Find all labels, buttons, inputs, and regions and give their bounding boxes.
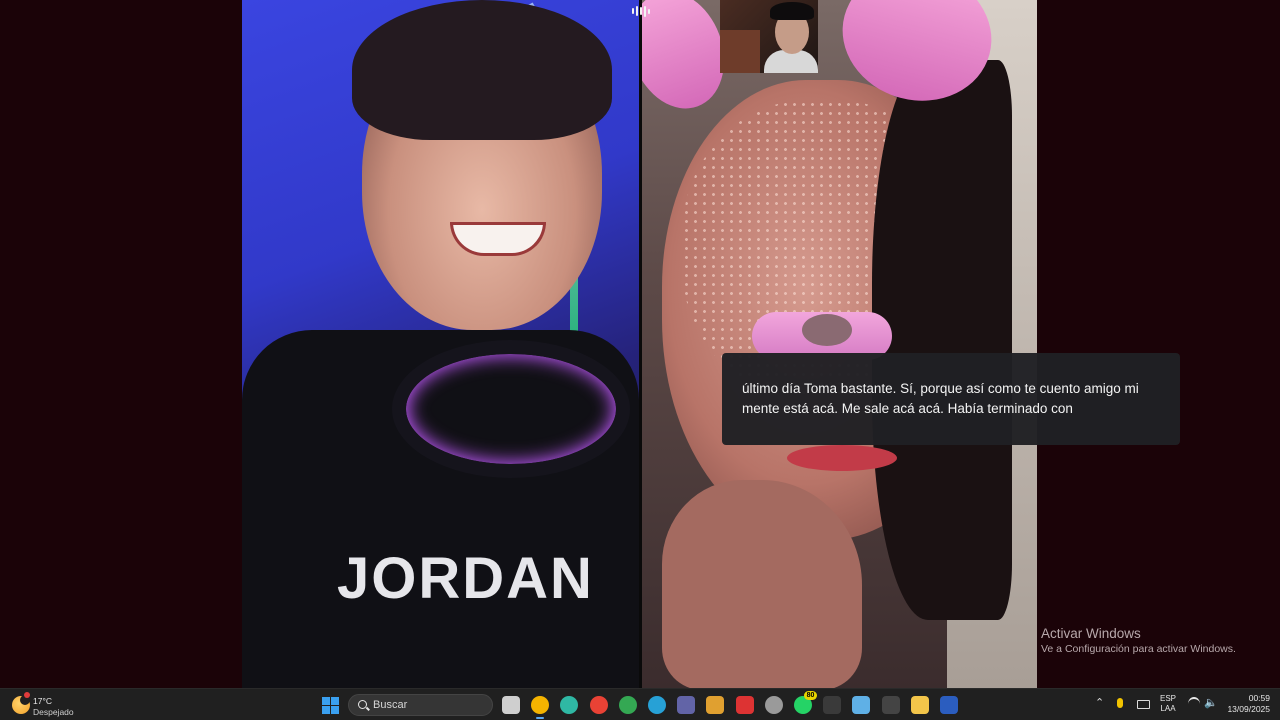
keyboard-icon[interactable]	[1137, 700, 1150, 709]
windows-logo-tile	[322, 697, 330, 705]
clock-time: 00:59	[1248, 693, 1270, 703]
left-person-hair	[352, 0, 612, 140]
start-button[interactable]	[322, 697, 339, 714]
language-indicator[interactable]: ESP LAA	[1160, 694, 1176, 714]
shirt-print: JORDAN	[337, 546, 594, 611]
audio-bar	[640, 7, 642, 15]
whatsapp-icon[interactable]: 80	[794, 691, 817, 714]
language-layout: LAA	[1160, 704, 1176, 713]
chrome-icon[interactable]	[590, 696, 608, 714]
audio-bar	[632, 8, 634, 14]
audio-bar	[648, 8, 650, 14]
language-code: ESP	[1160, 694, 1177, 703]
wifi-icon[interactable]	[1188, 697, 1200, 711]
volume-icon[interactable]: 🔈	[1204, 696, 1218, 709]
terminal-icon[interactable]	[823, 696, 841, 714]
weather-widget[interactable]: 17°C Despejado	[10, 692, 100, 718]
watermark-title: Activar Windows	[1041, 626, 1141, 641]
left-video-feed: JORDAN	[242, 0, 639, 688]
audio-bar	[644, 5, 646, 17]
audio-bar	[636, 6, 638, 16]
chrome-icon[interactable]	[531, 696, 549, 719]
clock[interactable]: 00:59 13/09/2025	[1222, 693, 1270, 715]
filter-nose	[802, 314, 852, 346]
app-icon[interactable]	[706, 696, 724, 714]
windows-logo-tile	[322, 706, 330, 714]
taskbar: 17°C Despejado Buscar 80 ⌃ ESP LAA 🔈 00:…	[0, 688, 1280, 720]
weather-temp: 17°C	[33, 696, 52, 706]
pip-background	[720, 30, 760, 73]
activation-watermark: Activar Windows Ve a Configuración para …	[1041, 625, 1236, 656]
audio-level-icon	[628, 0, 654, 22]
weather-condition: Despejado	[33, 707, 74, 717]
right-person-hand	[662, 480, 862, 688]
right-video-feed	[642, 0, 1037, 688]
microphone-icon[interactable]	[1117, 698, 1123, 708]
windows-logo-tile	[331, 697, 339, 705]
word-icon[interactable]	[940, 696, 958, 714]
taskbar-search[interactable]: Buscar	[348, 694, 493, 716]
task-view-icon[interactable]	[502, 696, 520, 714]
clock-date: 13/09/2025	[1227, 704, 1270, 714]
search-icon	[358, 700, 367, 709]
notification-badge: 80	[804, 691, 817, 700]
search-placeholder: Buscar	[373, 699, 408, 711]
watermark-subtitle: Ve a Configuración para activar Windows.	[1041, 643, 1236, 655]
self-view-thumbnail[interactable]	[720, 0, 818, 73]
chrome-icon[interactable]	[619, 696, 637, 714]
edge-icon[interactable]	[648, 696, 666, 714]
headphones	[392, 340, 630, 478]
teams-icon[interactable]	[677, 696, 695, 714]
live-caption-box[interactable]: último día Toma bastante. Sí, porque así…	[722, 353, 1180, 445]
weather-badge	[24, 692, 30, 698]
live-caption-text: último día Toma bastante. Sí, porque así…	[742, 381, 1139, 416]
folder-icon[interactable]	[911, 696, 929, 714]
right-person-hair	[872, 60, 1012, 620]
notepad-icon[interactable]	[852, 696, 870, 714]
video-call-stage: JORDAN último día Toma bastante. Sí, por…	[0, 0, 1280, 688]
edge-icon[interactable]	[560, 696, 578, 714]
app-icon[interactable]	[882, 696, 900, 714]
pip-person-hair	[770, 2, 814, 20]
app-icon[interactable]	[736, 696, 754, 714]
right-person-lips	[787, 445, 897, 471]
gear-icon[interactable]	[765, 696, 783, 714]
chevron-up-icon[interactable]: ⌃	[1095, 696, 1104, 709]
windows-logo-tile	[331, 706, 339, 714]
